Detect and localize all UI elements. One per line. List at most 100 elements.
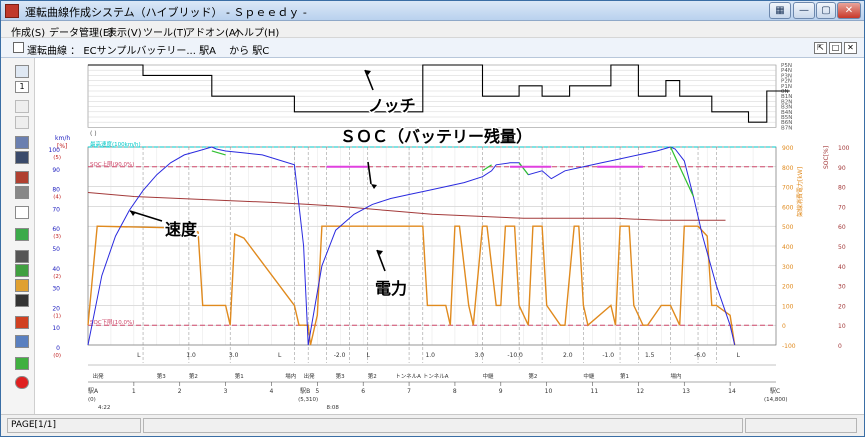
soc-axis-label: SOC[%]: [823, 146, 830, 169]
station-a-time: 4:22: [98, 405, 110, 411]
print-icon[interactable]: [15, 186, 29, 199]
document-bar: 運転曲線 ： ECサンプルバッテリー... 駅A から 駅C ⇱ □ ✕: [1, 38, 864, 58]
segment-label: 2.0: [563, 352, 573, 359]
excel-icon[interactable]: [15, 228, 29, 241]
km-label: 4: [269, 388, 273, 395]
power-tick: 500: [782, 224, 794, 231]
restore-grid-button[interactable]: ▦: [769, 2, 791, 19]
power-tick: 900: [782, 145, 794, 152]
pointer-icon[interactable]: [15, 206, 29, 219]
page-number-input[interactable]: 1: [15, 81, 29, 93]
page-status: PAGE[1/1]: [7, 418, 141, 433]
segment-label: 1.5: [645, 352, 655, 359]
menu-tools[interactable]: ツール(T): [143, 24, 187, 39]
station-b-km: (5,310): [298, 397, 318, 403]
segment-label: -10.0: [507, 352, 523, 359]
km-label: 12: [636, 388, 644, 395]
bomb-icon[interactable]: [15, 294, 29, 307]
maximize-button[interactable]: ▢: [816, 2, 836, 19]
km-label: 9: [499, 388, 503, 395]
km-label: 14: [728, 388, 736, 395]
window-title: 運転曲線作成システム（ハイブリッド） - Ｓｐｅｅｄｙ -: [25, 6, 307, 19]
speed-tick: 0: [56, 345, 60, 352]
station-b-time: 8:08: [327, 405, 340, 411]
km-label: 10: [545, 388, 553, 395]
station-c-name: 駅C: [770, 388, 780, 395]
speed-tick: 70: [52, 206, 60, 213]
arrow-left-icon[interactable]: [15, 100, 29, 113]
segment-label: -1.0: [602, 352, 614, 359]
mdi-restore-button[interactable]: ⇱: [814, 42, 827, 54]
power-tick: 200: [782, 284, 794, 291]
station-label: 出発: [304, 372, 316, 380]
soc-arrow: [367, 161, 372, 185]
station-label: トンネルA: [423, 373, 449, 380]
save-icon[interactable]: [15, 151, 29, 164]
coasting-segment: [211, 150, 226, 156]
segment-label: L: [137, 352, 141, 359]
zoom-icon[interactable]: [15, 65, 29, 78]
station-a-name: 駅A: [88, 388, 99, 395]
speed-tick: 10: [52, 325, 60, 332]
station-label: 第1: [235, 372, 244, 380]
speed-subtick: (1): [53, 313, 61, 319]
soc-tick: 30: [838, 284, 846, 291]
train-icon[interactable]: [15, 250, 29, 263]
track-icon[interactable]: [15, 264, 29, 277]
power-tick: -100: [782, 343, 796, 350]
station-label: 第3: [336, 372, 346, 380]
soc-lower-label: SOC下限(10.0%): [90, 318, 134, 326]
close-button[interactable]: ✕: [837, 2, 861, 19]
chart-icon[interactable]: [15, 316, 29, 329]
mdi-close-button[interactable]: ✕: [844, 42, 857, 54]
menu-help[interactable]: ヘルプ(H): [234, 24, 279, 39]
notch-bracket: ( ): [90, 130, 97, 137]
power-tick: 0: [782, 323, 786, 330]
window-icon[interactable]: [15, 357, 29, 370]
power-tick: 400: [782, 244, 794, 251]
menu-data[interactable]: データ管理(E): [49, 24, 113, 39]
status-empty-2: [745, 418, 857, 433]
speed-tick: 60: [52, 226, 60, 233]
minimize-button[interactable]: —: [793, 2, 815, 19]
soc-tick: 40: [838, 264, 846, 271]
speed-subtick: (0): [53, 353, 61, 359]
menu-addon[interactable]: アドオン(A): [185, 24, 240, 39]
station-b-name: 駅B: [300, 388, 310, 395]
km-label: 11: [591, 388, 599, 395]
stop-icon[interactable]: [15, 376, 29, 389]
km-label: 8: [453, 388, 457, 395]
soc-tick: 10: [838, 323, 846, 330]
speed-subtick: (4): [53, 195, 61, 201]
speed-subtick: (5): [53, 155, 61, 161]
soc-upper-label: SOC上限(90.0%): [90, 160, 134, 168]
soc-tick: 100: [838, 145, 850, 152]
speed-tick: 90: [52, 167, 60, 174]
speed-tick: 20: [52, 305, 60, 312]
arrow-right-icon[interactable]: [15, 116, 29, 129]
signal-icon[interactable]: [15, 279, 29, 292]
soc-tick: 70: [838, 204, 846, 211]
station-label: トンネルA: [395, 373, 421, 380]
status-bar: PAGE[1/1]: [1, 414, 864, 436]
station-label: 出発: [93, 372, 105, 380]
segment-label: 3.0: [475, 352, 485, 359]
km-label: 5: [315, 388, 319, 395]
title-bar: 運転曲線作成システム（ハイブリッド） - Ｓｐｅｅｄｙ - ▦ — ▢ ✕: [1, 1, 864, 21]
mdi-maximize-button[interactable]: □: [829, 42, 842, 54]
station-a-km: (0): [88, 397, 96, 403]
station-label: 中継: [482, 372, 494, 380]
menu-view[interactable]: 表示(V): [107, 24, 142, 39]
table-icon[interactable]: [15, 136, 29, 149]
menu-bar: 作成(S) データ管理(E) 表示(V) ツール(T) アドオン(A) ヘルプ(…: [1, 21, 864, 39]
segment-label: -6.0: [694, 352, 706, 359]
power-annotation: 電力: [375, 279, 407, 298]
export-icon[interactable]: [15, 171, 29, 184]
speed-subtick: (2): [53, 274, 61, 280]
segment-label: 3.0: [229, 352, 239, 359]
speed-tick: 50: [52, 246, 60, 253]
station-label: 第2: [528, 372, 537, 380]
settings-icon[interactable]: [15, 335, 29, 348]
power-tick: 700: [782, 185, 794, 192]
menu-create[interactable]: 作成(S): [11, 24, 45, 39]
